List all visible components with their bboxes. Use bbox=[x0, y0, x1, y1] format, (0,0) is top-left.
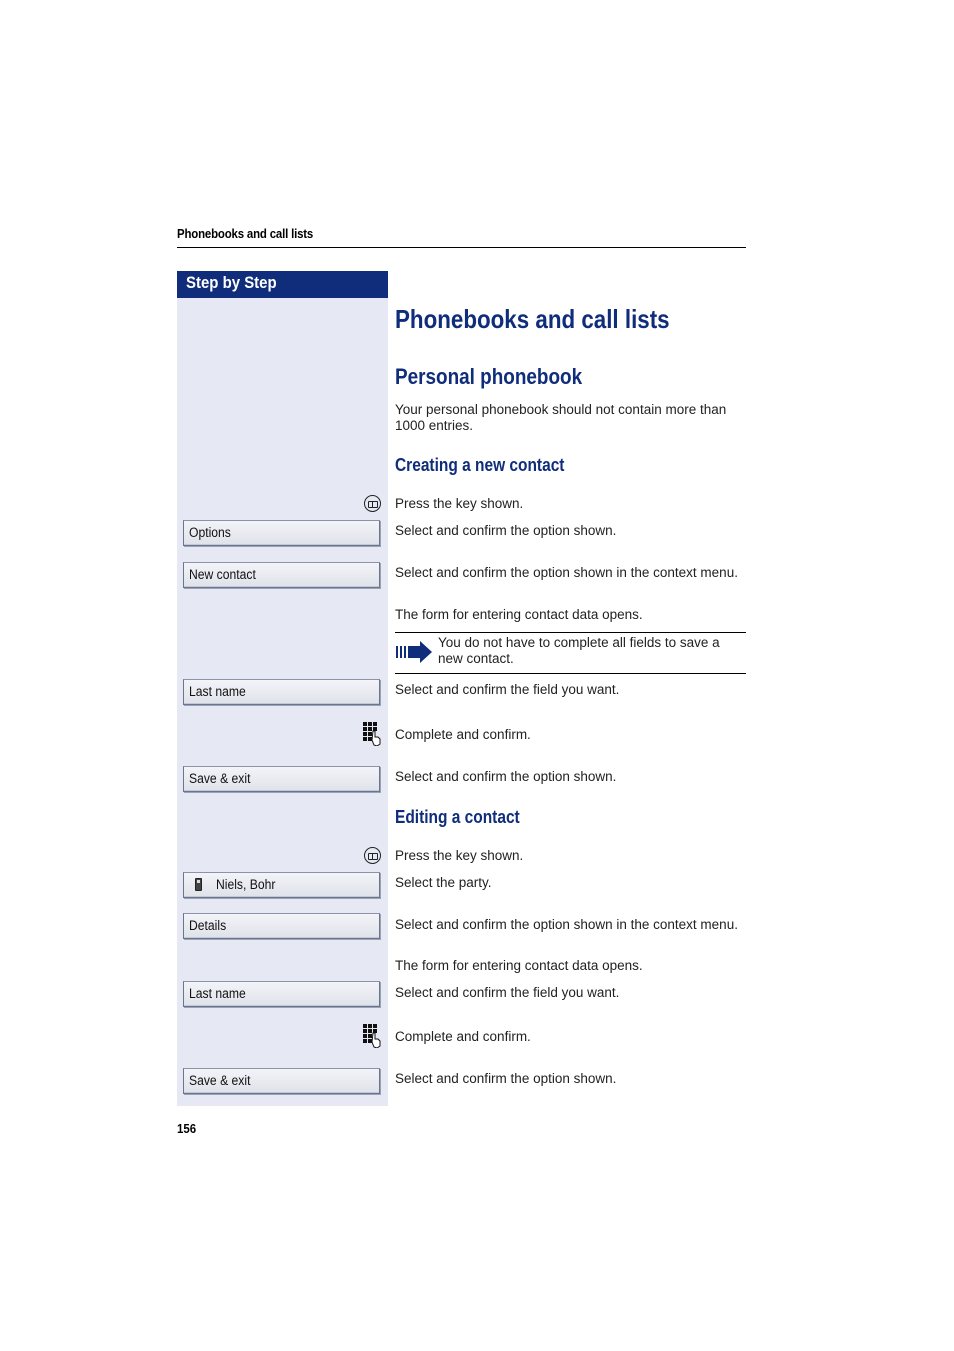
step-text: Select and confirm the option shown in t… bbox=[395, 917, 738, 932]
keypad-icon bbox=[363, 722, 381, 747]
keypad-icon bbox=[363, 1024, 381, 1049]
step-by-step-label: Step by Step bbox=[186, 273, 277, 292]
save-exit-button-label: Save & exit bbox=[189, 1073, 251, 1088]
step-text: Select and confirm the option shown in t… bbox=[395, 565, 738, 580]
details-button-label: Details bbox=[189, 918, 227, 933]
subsection-title-creating: Creating a new contact bbox=[395, 455, 565, 475]
step-text: Select the party. bbox=[395, 875, 492, 890]
mobile-phone-icon bbox=[195, 878, 202, 891]
contact-name-label: Niels, Bohr bbox=[216, 877, 276, 892]
note-bottom-rule bbox=[395, 673, 746, 674]
last-name-button-label: Last name bbox=[189, 684, 246, 699]
header-divider bbox=[177, 247, 746, 248]
last-name-field-button[interactable]: Last name bbox=[183, 981, 380, 1007]
running-head: Phonebooks and call lists bbox=[177, 226, 314, 241]
options-button[interactable]: Options bbox=[183, 520, 380, 546]
contact-entry-button[interactable]: Niels, Bohr bbox=[183, 872, 380, 898]
step-by-step-header: Step by Step bbox=[177, 271, 388, 298]
step-text: Select and confirm the option shown. bbox=[395, 523, 617, 538]
step-text: Select and confirm the option shown. bbox=[395, 769, 617, 784]
new-contact-button-label: New contact bbox=[189, 567, 256, 582]
last-name-button-label: Last name bbox=[189, 986, 246, 1001]
intro-text: Your personal phonebook should not conta… bbox=[395, 402, 727, 433]
last-name-field-button[interactable]: Last name bbox=[183, 679, 380, 705]
step-text: Complete and confirm. bbox=[395, 727, 531, 742]
page-title: Phonebooks and call lists bbox=[395, 304, 670, 334]
save-exit-button-label: Save & exit bbox=[189, 771, 251, 786]
subsection-title-editing: Editing a contact bbox=[395, 807, 520, 827]
step-text: Press the key shown. bbox=[395, 496, 524, 511]
step-text: Press the key shown. bbox=[395, 848, 524, 863]
page-number: 156 bbox=[177, 1121, 197, 1136]
phonebook-key-icon bbox=[364, 847, 381, 864]
details-button[interactable]: Details bbox=[183, 913, 380, 939]
step-text: The form for entering contact data opens… bbox=[395, 607, 643, 622]
step-text: Complete and confirm. bbox=[395, 1029, 531, 1044]
save-exit-button[interactable]: Save & exit bbox=[183, 1068, 380, 1094]
phonebook-key-icon bbox=[364, 495, 381, 512]
step-text: The form for entering contact data opens… bbox=[395, 958, 643, 973]
new-contact-button[interactable]: New contact bbox=[183, 562, 380, 588]
options-button-label: Options bbox=[189, 525, 231, 540]
section-title: Personal phonebook bbox=[395, 364, 583, 389]
step-text: Select and confirm the field you want. bbox=[395, 682, 620, 697]
save-exit-button[interactable]: Save & exit bbox=[183, 766, 380, 792]
step-text: Select and confirm the field you want. bbox=[395, 985, 620, 1000]
step-text: Select and confirm the option shown. bbox=[395, 1071, 617, 1086]
note-top-rule bbox=[395, 632, 746, 633]
note-text: You do not have to complete all fields t… bbox=[438, 635, 720, 666]
note-arrow-icon bbox=[396, 641, 433, 663]
